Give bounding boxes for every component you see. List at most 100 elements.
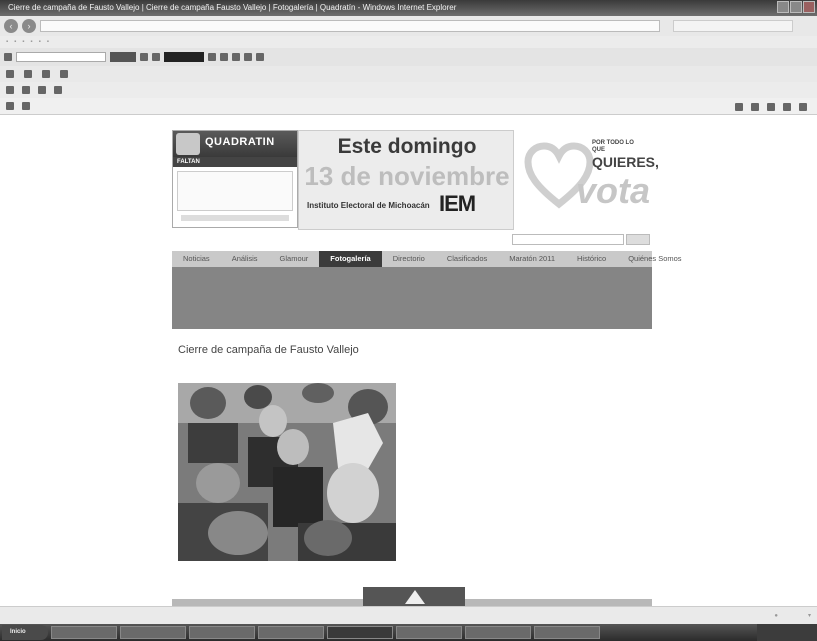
task-button[interactable] xyxy=(189,626,255,639)
quadratin-header: QUADRATIN xyxy=(173,131,297,157)
banner-date: 13 de noviembre xyxy=(304,161,510,191)
quadratin-footer xyxy=(181,215,289,221)
gallery-link[interactable] xyxy=(255,270,330,297)
toolbar-icon[interactable] xyxy=(140,53,148,61)
tab-icon[interactable] xyxy=(6,102,14,110)
menu-item[interactable]: ▪ xyxy=(39,39,41,45)
election-banner[interactable]: Este domingo 13 de noviembre Instituto E… xyxy=(298,130,514,230)
close-icon[interactable] xyxy=(803,1,815,13)
addon-icon[interactable] xyxy=(42,70,50,78)
back-button[interactable]: ‹ xyxy=(4,19,18,33)
nav-item-clasificados[interactable]: Clasificados xyxy=(436,251,498,267)
countdown-faltan: FALTAN xyxy=(177,159,200,165)
gallery-link[interactable] xyxy=(255,299,330,326)
favorite-link-icon[interactable] xyxy=(38,86,46,94)
nav-item-directorio[interactable]: Directorio xyxy=(382,251,436,267)
task-button[interactable] xyxy=(396,626,462,639)
countdown-box xyxy=(177,171,293,211)
vota-banner[interactable]: POR TODO LO QUE QUIERES, vota xyxy=(514,130,659,230)
feeds-icon[interactable] xyxy=(751,102,759,111)
gallery-link[interactable] xyxy=(493,270,568,297)
system-tray xyxy=(757,624,817,641)
toolbar-search-input[interactable] xyxy=(16,52,106,62)
browser-search-input[interactable] xyxy=(673,20,793,32)
url-field[interactable] xyxy=(40,20,660,32)
home-icon[interactable] xyxy=(735,102,743,111)
tools-menu-icon[interactable] xyxy=(799,102,807,111)
nav-item-historico[interactable]: Histórico xyxy=(566,251,617,267)
nav-item-fotogaleria[interactable]: Fotogalería xyxy=(319,251,382,267)
menu-item[interactable]: ▪ xyxy=(14,39,16,45)
task-button[interactable] xyxy=(258,626,324,639)
addon-icon[interactable] xyxy=(24,70,32,78)
toolbar-dark-field[interactable] xyxy=(164,52,204,62)
toolbar-icon[interactable] xyxy=(208,53,216,61)
banner-headline: Este domingo xyxy=(337,135,477,158)
banner-institute: Instituto Electoral de Michoacán xyxy=(307,201,430,210)
task-button-active[interactable] xyxy=(327,626,393,639)
gallery-link[interactable] xyxy=(493,299,568,326)
toolbar-search-button[interactable] xyxy=(110,52,136,62)
menu-item[interactable]: ▪ xyxy=(22,39,24,45)
browser-toolbar xyxy=(0,48,817,66)
countdown-bar: FALTAN xyxy=(173,157,297,167)
quadratin-logo: QUADRATIN xyxy=(205,136,275,148)
toolbar-icon[interactable] xyxy=(232,53,240,61)
addon-icon[interactable] xyxy=(60,70,68,78)
tab-icon[interactable] xyxy=(22,102,30,110)
menu-bar: ▪ ▪ ▪ ▪ ▪ ▪ xyxy=(0,36,817,48)
minimize-icon[interactable] xyxy=(777,1,789,13)
menu-item[interactable]: ▪ xyxy=(47,39,49,45)
quadratin-widget[interactable]: QUADRATIN FALTAN xyxy=(172,130,298,228)
gallery-link[interactable] xyxy=(335,270,410,297)
toolbar-icon[interactable] xyxy=(220,53,228,61)
favorite-link-icon[interactable] xyxy=(22,86,30,94)
nav-item-maraton[interactable]: Maratón 2011 xyxy=(498,251,566,267)
nav-item-glamour[interactable]: Glamour xyxy=(269,251,320,267)
maximize-icon[interactable] xyxy=(790,1,802,13)
forward-button[interactable]: › xyxy=(22,19,36,33)
task-button[interactable] xyxy=(120,626,186,639)
site-search-button[interactable] xyxy=(626,234,650,245)
task-button[interactable] xyxy=(465,626,531,639)
tab-bar xyxy=(0,98,817,115)
zoom-level[interactable]: ▾ xyxy=(808,607,811,625)
candidate-photo-thumb xyxy=(176,133,200,155)
task-button[interactable] xyxy=(51,626,117,639)
menu-item[interactable]: ▪ xyxy=(30,39,32,45)
gallery-subnav xyxy=(172,267,652,329)
start-button[interactable]: Inicio xyxy=(2,625,48,640)
page-menu-icon[interactable] xyxy=(783,102,791,111)
toolbar-icon[interactable] xyxy=(256,53,264,61)
bottom-ad-badge[interactable] xyxy=(363,587,465,606)
nav-item-noticias[interactable]: Noticias xyxy=(172,251,221,267)
task-button[interactable] xyxy=(534,626,600,639)
gallery-link[interactable] xyxy=(573,270,648,297)
vota-tagline: POR TODO LO QUE xyxy=(592,140,634,153)
article-title: Cierre de campaña de Fausto Vallejo xyxy=(178,344,359,356)
site-nav: Noticias Análisis Glamour Fotogalería Di… xyxy=(172,251,682,267)
gallery-link[interactable] xyxy=(176,270,251,297)
status-right: ● ▾ xyxy=(774,607,811,625)
site-search-input[interactable] xyxy=(512,234,624,245)
gallery-link[interactable] xyxy=(335,299,410,326)
gallery-link[interactable] xyxy=(414,299,489,326)
nav-item-quienes-somos[interactable]: Quiénes Somos xyxy=(617,251,692,267)
toolbar-icon[interactable] xyxy=(244,53,252,61)
gallery-link[interactable] xyxy=(573,299,648,326)
gallery-link[interactable] xyxy=(414,270,489,297)
toolbar-logo-icon xyxy=(4,53,12,61)
toolbar-icon[interactable] xyxy=(152,53,160,61)
nav-item-analisis[interactable]: Análisis xyxy=(221,251,269,267)
vota-word: vota xyxy=(576,170,651,211)
gallery-photo[interactable] xyxy=(178,383,396,561)
print-icon[interactable] xyxy=(767,102,775,111)
dateline-row xyxy=(172,234,652,246)
address-bar: ‹ › xyxy=(0,16,817,36)
gallery-link[interactable] xyxy=(176,299,251,326)
favorites-star-icon[interactable] xyxy=(6,86,14,94)
favorite-link-icon[interactable] xyxy=(54,86,62,94)
addon-icon[interactable] xyxy=(6,70,14,78)
menu-item[interactable]: ▪ xyxy=(6,39,8,45)
page-viewport: QUADRATIN FALTAN Este domingo 13 de novi… xyxy=(0,115,817,606)
